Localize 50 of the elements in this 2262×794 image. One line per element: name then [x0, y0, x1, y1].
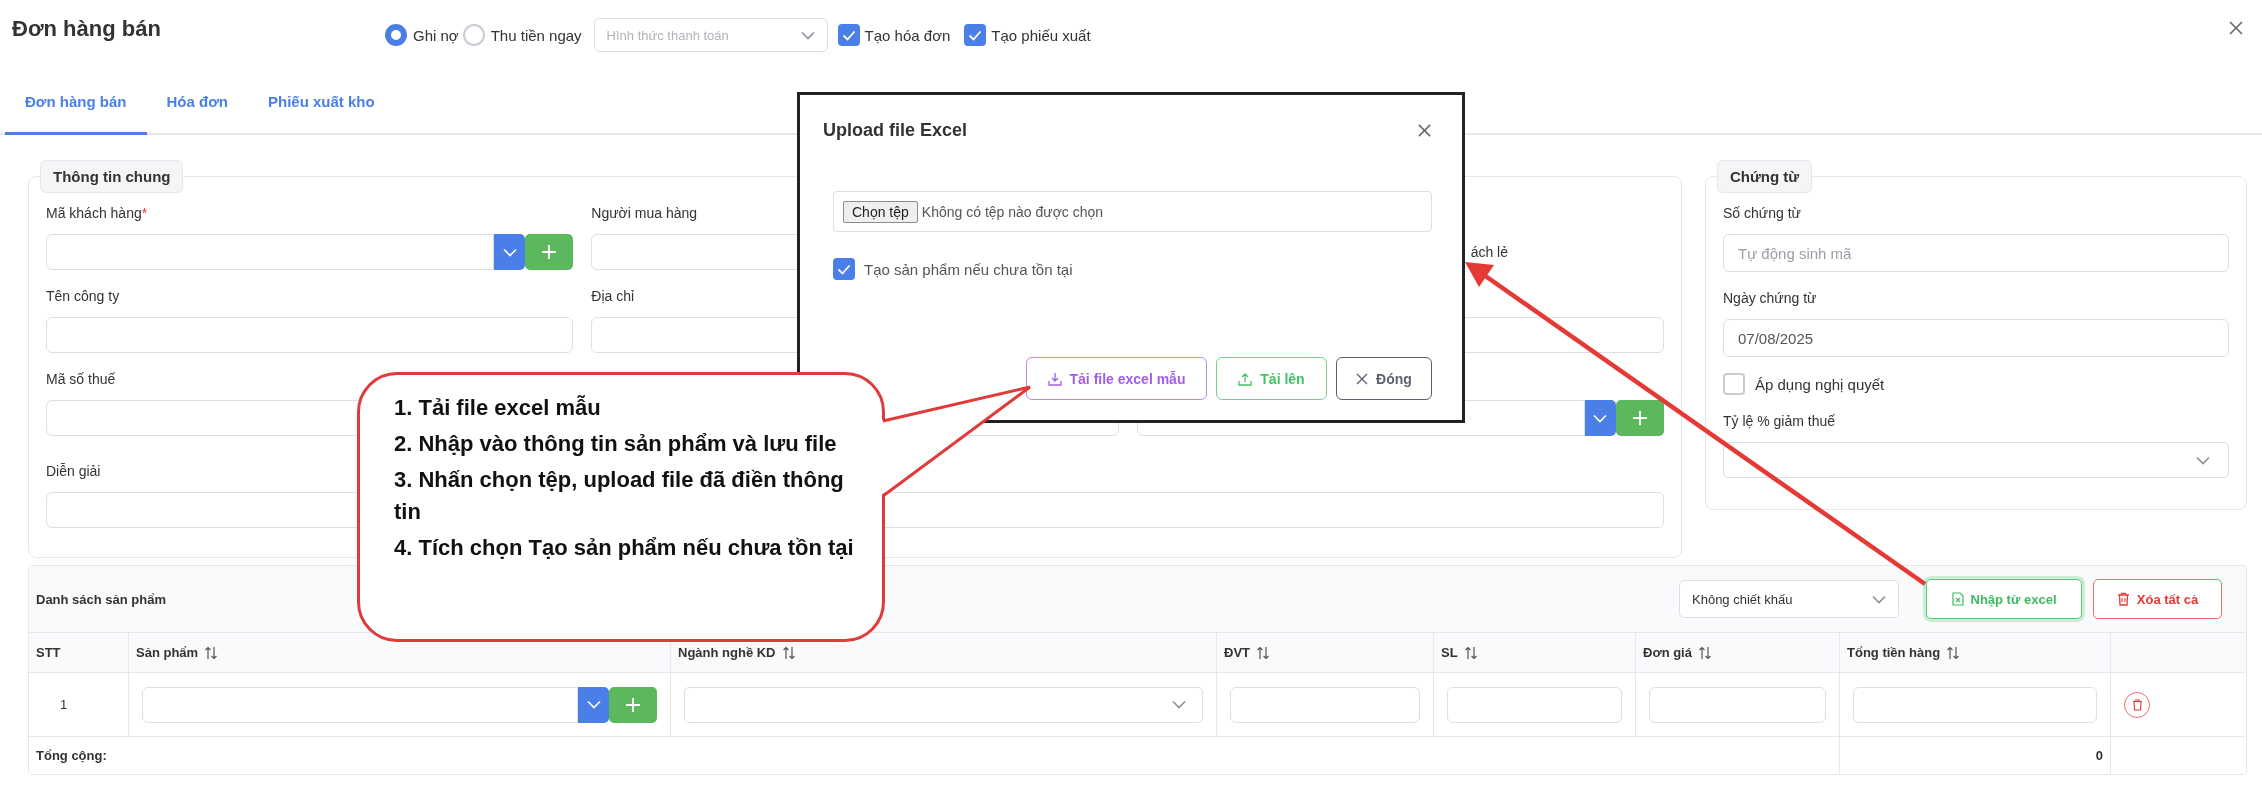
download-template-button[interactable]: Tải file excel mẫu [1026, 357, 1207, 400]
select-field[interactable]: Hình thức thanh toán [593, 18, 828, 52]
callout-text: 1. Tải file excel mẫu [394, 394, 602, 422]
table-cell: Tổng cộng: [36, 748, 107, 763]
file-status: Không có tệp nào được chọn [921, 203, 1104, 220]
column-header: STT [36, 645, 61, 660]
column-header: Đơn giá [1643, 645, 1692, 660]
clear-button[interactable]: Xóa tất cả [2093, 579, 2222, 619]
field-label: Tên công ty [46, 287, 120, 306]
upload-button[interactable]: Tải lên [1216, 357, 1327, 400]
column-header: ĐVT [1224, 645, 1250, 660]
table-cell: 0 [2095, 748, 2103, 763]
input-field[interactable]: 07/08/2025 [1723, 319, 2229, 357]
import-button[interactable]: Nhập từ excel [1926, 579, 2082, 619]
checkbox-label: Tạo hóa đơn [864, 26, 951, 44]
column-header: SL [1441, 645, 1458, 660]
checkbox-label: Áp dụng nghị quyết [1755, 375, 1885, 393]
column-header: Ngành nghề KD [678, 645, 776, 660]
tab[interactable]: Hóa đơn [146, 70, 248, 135]
section-title: Chứng từ [1717, 160, 1813, 193]
field-label: Tỷ lệ % giảm thuế [1723, 412, 1836, 431]
field-label: Người mua hàng [591, 204, 698, 223]
field-label: Địa chỉ [591, 287, 635, 306]
close-button[interactable]: Đóng [1336, 357, 1432, 400]
field-label: Số chứng từ [1723, 204, 1801, 223]
callout-text: 4. Tích chọn Tạo sản phẩm nếu chưa tồn tại [394, 534, 855, 562]
checkbox-label: Tạo phiếu xuất [991, 26, 1091, 44]
column-header: Sản phẩm [136, 645, 199, 660]
input-field[interactable]: Tự động sinh mã [1723, 234, 2229, 272]
section-title: Danh sách sản phẩm [36, 591, 167, 607]
dialog-title: Upload file Excel [823, 119, 968, 141]
file-input[interactable]: Chọn tệp Không có tệp nào được chọn [833, 191, 1432, 232]
field-label: Diễn giải [46, 462, 101, 481]
page-title: Đơn hàng bán [12, 16, 162, 42]
field-label: Ngày chứng từ [1723, 289, 1817, 308]
select-field[interactable]: Không chiết khấu [1679, 580, 1899, 618]
radio-label: Thu tiền ngay [490, 26, 582, 44]
field-label: Mã số thuế [46, 370, 116, 389]
checkbox-label: Tạo sản phẩm nếu chưa tồn tại [864, 260, 1073, 278]
callout-text: 2. Nhập vào thông tin sản phẩm và lưu file [394, 430, 838, 458]
section-title: Thông tin chung [40, 160, 184, 193]
tab[interactable]: Đơn hàng bán [5, 70, 147, 135]
callout-text: 3. Nhấn chọn tệp, upload file đã điền thông tin [394, 466, 845, 526]
column-header: Tổng tiền hàng [1847, 645, 1941, 660]
choose-file-button[interactable]: Chọn tệp [843, 200, 918, 223]
field-label: ách lẻ [1469, 243, 1509, 262]
field-label: Mã khách hàng* [46, 204, 148, 223]
radio-label: Ghi nợ [413, 26, 459, 44]
table-cell: 1 [59, 697, 68, 712]
tab[interactable]: Phiếu xuất kho [248, 70, 395, 135]
